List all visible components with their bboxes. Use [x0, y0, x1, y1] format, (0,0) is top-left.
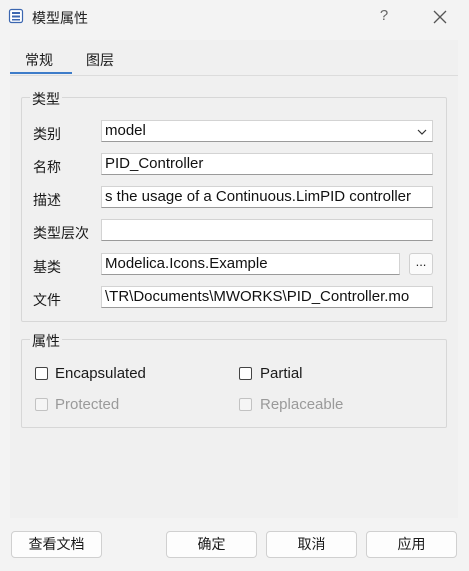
tab-general[interactable]: 常规 [25, 50, 53, 70]
replaceable-checkbox [239, 398, 252, 411]
name-label: 名称 [33, 159, 61, 175]
file-field[interactable]: \TR\Documents\MWORKS\PID_Controller.mo [101, 286, 433, 308]
base-class-label: 基类 [33, 259, 61, 275]
type-hierarchy-label: 类型层次 [33, 225, 89, 241]
replaceable-label: Replaceable [260, 396, 344, 413]
tab-separator [10, 75, 458, 76]
close-button[interactable] [428, 5, 452, 29]
type-group-title: 类型 [30, 89, 62, 109]
attribute-group-title: 属性 [30, 331, 62, 351]
name-field[interactable]: PID_Controller [101, 153, 433, 175]
active-tab-indicator [10, 72, 72, 74]
partial-checkbox[interactable] [239, 367, 252, 380]
help-button[interactable]: ? [372, 4, 396, 28]
base-class-field[interactable]: Modelica.Icons.Example [101, 253, 400, 275]
encapsulated-label[interactable]: Encapsulated [55, 365, 146, 382]
attribute-group [21, 339, 447, 428]
category-label: 类别 [33, 126, 61, 142]
file-label: 文件 [33, 292, 61, 308]
description-field[interactable]: s the usage of a Continuous.LimPID contr… [101, 186, 433, 208]
protected-checkbox [35, 398, 48, 411]
partial-label[interactable]: Partial [260, 365, 303, 382]
encapsulated-checkbox[interactable] [35, 367, 48, 380]
category-select[interactable]: model [101, 120, 433, 142]
cancel-button[interactable]: 取消 [266, 531, 357, 558]
tab-layer[interactable]: 图层 [86, 50, 114, 70]
ok-button[interactable]: 确定 [166, 531, 257, 558]
browse-base-class-button[interactable]: ... [409, 253, 433, 275]
view-docs-button[interactable]: 查看文档 [11, 531, 102, 558]
properties-icon [8, 8, 24, 24]
description-label: 描述 [33, 192, 61, 208]
apply-button[interactable]: 应用 [366, 531, 457, 558]
type-hierarchy-field[interactable] [101, 219, 433, 241]
close-icon [433, 10, 447, 24]
chevron-down-icon[interactable] [416, 125, 428, 137]
protected-label: Protected [55, 396, 120, 413]
window-title: 模型属性 [32, 10, 88, 26]
title-bar: 模型属性 ? [0, 0, 469, 34]
